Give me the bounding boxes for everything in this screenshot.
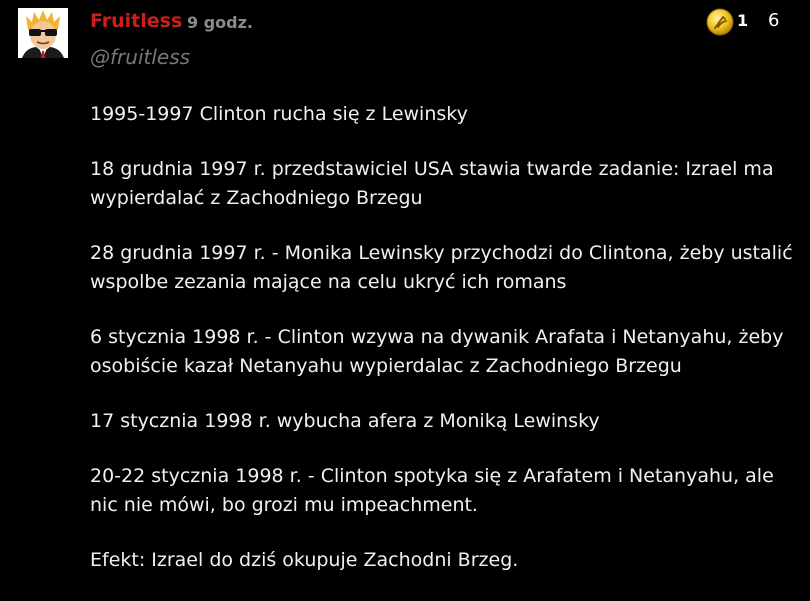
- vote-score: 6: [768, 10, 780, 31]
- avatar[interactable]: [18, 8, 68, 58]
- post-header: Fruitless 9 godz.: [90, 10, 810, 38]
- post-paragraph: 1995-1997 Clinton rucha się z Lewinsky: [90, 103, 468, 125]
- award-count: 1: [737, 11, 749, 30]
- post-paragraph: 20-22 stycznia 1998 r. - Clinton spotyka…: [90, 465, 774, 516]
- username-link[interactable]: Fruitless: [90, 10, 182, 32]
- post-paragraph: 18 grudnia 1997 r. przedstawiciel USA st…: [90, 158, 774, 209]
- award-button[interactable]: [706, 8, 734, 36]
- post-paragraph: 17 stycznia 1998 r. wybucha afera z Moni…: [90, 410, 600, 432]
- post-paragraph: 28 grudnia 1997 r. - Monika Lewinsky prz…: [90, 242, 793, 293]
- sunglasses-avatar-icon: [18, 8, 68, 58]
- post-body: 1995-1997 Clinton rucha się z Lewinsky 1…: [90, 100, 795, 601]
- user-handle[interactable]: @fruitless: [90, 45, 190, 69]
- post-paragraph: Efekt: Izrael do dziś okupuje Zachodni B…: [90, 549, 519, 571]
- post-paragraph: 6 stycznia 1998 r. - Clinton wzywa na dy…: [90, 326, 784, 377]
- gold-award-icon: [706, 8, 734, 36]
- post-timestamp[interactable]: 9 godz.: [187, 13, 253, 32]
